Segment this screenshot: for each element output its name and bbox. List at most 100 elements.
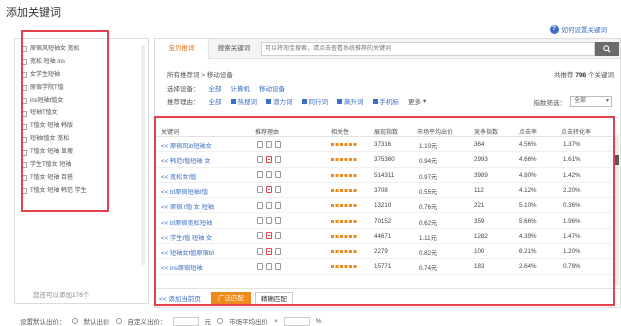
device-option-mobile[interactable]: 移动设备 (259, 83, 285, 93)
device-option-pc[interactable]: 计算机 (231, 83, 251, 93)
col-relevance[interactable]: 相关性 (331, 127, 349, 136)
bottom-actions: << 添加当前页 广泛匹配 精确匹配 (155, 288, 620, 307)
ctr-cell: 4.39% (519, 232, 537, 240)
avg-bid-cell: 0.82元 (419, 250, 438, 258)
tag-icon (266, 171, 272, 179)
impressions-cell: 514311 (374, 171, 395, 179)
avg-bid-cell: 0.55元 (419, 188, 438, 196)
tab-recommend[interactable]: 宝贝推词 (155, 39, 209, 59)
reason-option-mobile[interactable]: 手机标 (372, 96, 399, 106)
avg-bid-cell: 0.76元 (419, 204, 438, 212)
phone-icon (257, 232, 263, 240)
keyword-add-link[interactable]: << 原宿风ib短袖女 (161, 141, 212, 150)
index-filter-select[interactable]: 全部 (570, 96, 612, 107)
impressions-cell: 13210 (374, 202, 392, 210)
competition-cell: 183 (474, 263, 485, 271)
avg-bid-cell: 0.97元 (419, 173, 438, 181)
market-bid-radio[interactable] (217, 318, 223, 324)
tag-icon (275, 247, 281, 255)
avg-bid-cell: 0.62元 (419, 219, 438, 227)
relevance-bar (331, 265, 357, 269)
keyword-add-link[interactable]: << 原宿 t恤 女 短袖 (161, 202, 214, 211)
competition-cell: 3989 (474, 171, 488, 179)
relevance-bar (331, 188, 357, 192)
index-filter: 指数筛选： 全部 (534, 96, 612, 107)
col-ctr[interactable]: 点击率 (519, 127, 537, 136)
tag-icon (275, 232, 281, 240)
left-scrollbar[interactable] (141, 45, 145, 265)
col-impressions[interactable]: 展现指数 (374, 127, 398, 136)
relevance-bar (331, 219, 357, 223)
table-row: << 原宿 t恤 女 短袖 13210 0.76元 221 5.10% 0.36% (155, 198, 620, 214)
cvr-cell: 0.36% (563, 202, 581, 210)
custom-bid-input[interactable] (172, 316, 199, 326)
col-keyword[interactable]: 关键词 (161, 127, 179, 136)
impressions-cell: 3708 (374, 186, 388, 194)
phone-icon (257, 262, 263, 270)
reason-option-all[interactable]: 全部 (209, 96, 222, 106)
help-link-label: 如何设置关键词 (561, 27, 608, 34)
checkbox-icon (266, 98, 271, 104)
hot-tag-icon (266, 247, 272, 255)
ctr-cell: 4.66% (519, 156, 537, 164)
checkbox-icon (337, 98, 342, 104)
impressions-cell: 15771 (374, 263, 392, 271)
keyword-add-link[interactable]: << 学生t恤 短袖 女 (161, 233, 212, 242)
search-input[interactable] (261, 42, 595, 56)
table-header: 关键词 推荐理由 相关性 展现指数 市场平均出价 竞争指数 点击率 点击转化率 (155, 125, 620, 137)
tab-bar: 宝贝推词 搜索关键词 (155, 39, 620, 59)
hot-tag-icon (266, 155, 272, 163)
exact-match-button[interactable]: 精确匹配 (254, 291, 293, 305)
relevance-bar (331, 173, 357, 177)
keyword-add-link[interactable]: << 宽松女t恤 (161, 172, 196, 181)
reason-option-rising[interactable]: 飙升词 (337, 96, 364, 106)
keyword-add-link[interactable]: << ins原宿短袖 (161, 263, 203, 272)
keyword-add-link[interactable]: << 韩范t恤短袖 女 (161, 156, 211, 165)
col-cvr[interactable]: 点击转化率 (561, 127, 591, 136)
keyword-add-link[interactable]: << bf原宿短袖t恤 (161, 187, 208, 196)
add-current-page-button[interactable]: << 添加当前页 (159, 293, 201, 303)
col-reason: 推荐理由 (255, 130, 280, 136)
device-option-all[interactable]: 全部 (209, 83, 222, 93)
ctr-cell: 4.12% (519, 186, 537, 194)
table-row: << ins原宿短袖 15771 0.74元 183 2.64% 0.78% (155, 259, 620, 275)
cvr-cell: 2.20% (563, 186, 581, 194)
col-competition[interactable]: 竞争指数 (474, 127, 498, 136)
question-icon: ? (549, 24, 559, 34)
tab-search-keywords[interactable]: 搜索关键词 (211, 39, 257, 59)
custom-bid-radio[interactable] (115, 318, 122, 324)
keyword-add-link[interactable]: << bf原宿宽松短袖 (161, 218, 212, 227)
tag-icon (266, 217, 272, 224)
broad-match-button[interactable]: 广泛匹配 (210, 291, 251, 305)
col-avg-bid[interactable]: 市场平均出价 (417, 127, 453, 136)
help-link[interactable]: ? 如何设置关键词 (549, 24, 608, 34)
remaining-count: 您还可以添加176个 (33, 292, 90, 299)
tag-icon (266, 201, 272, 209)
cvr-cell: 1.42% (563, 171, 581, 179)
impressions-cell: 37316 (374, 141, 392, 148)
breadcrumb: 所有推荐词 > 移动设备 (167, 72, 233, 79)
competition-cell: 359 (474, 217, 485, 225)
market-bid-percent-input[interactable] (283, 316, 310, 326)
phone-icon (257, 217, 263, 224)
reason-option-hot[interactable]: 热搜词 (230, 96, 257, 106)
table-row: << 韩范t恤短袖 女 375360 0.94元 2993 4.66% 1.61% (155, 152, 620, 168)
cvr-cell: 1.20% (563, 248, 581, 256)
default-bid-radio[interactable] (71, 318, 78, 324)
cvr-cell: 0.78% (563, 263, 581, 271)
reason-option-potential[interactable]: 潜力词 (266, 96, 293, 106)
competition-cell: 112 (474, 186, 484, 194)
tag-icon (266, 140, 272, 148)
table-scrollbar[interactable] (615, 135, 619, 285)
reason-option-peer[interactable]: 同行词 (301, 96, 328, 106)
cvr-cell: 1.47% (563, 232, 581, 240)
reason-more[interactable]: 更多 ▾ (408, 96, 426, 106)
competition-cell: 2993 (474, 156, 488, 164)
recommend-panel: 宝贝推词 搜索关键词 所有推荐词 > 移动设备 共推荐 798 个关键词 选择设… (154, 38, 621, 308)
cvr-cell: 1.37% (563, 141, 581, 148)
phone-icon (257, 140, 263, 148)
search-button[interactable] (595, 42, 619, 56)
ctr-cell: 5.10% (519, 202, 537, 210)
keyword-add-link[interactable]: << 短袖女t恤原宿bf (161, 248, 214, 257)
impressions-cell: 375360 (374, 156, 395, 164)
